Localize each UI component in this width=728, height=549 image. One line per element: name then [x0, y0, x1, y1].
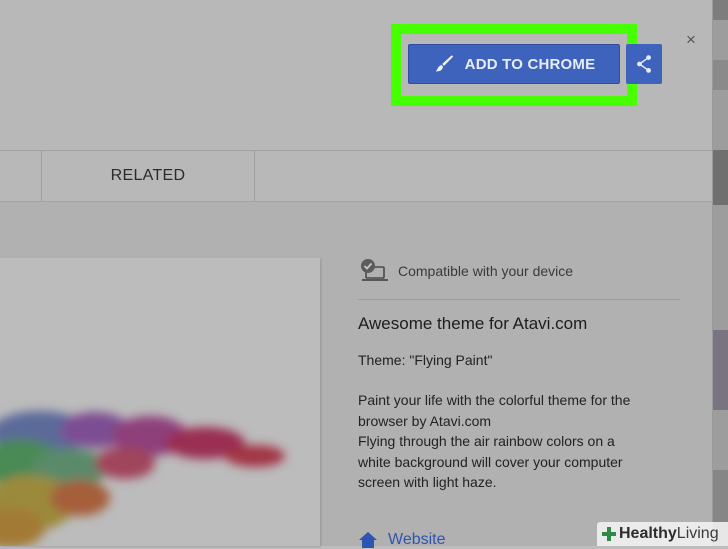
divider [358, 299, 680, 300]
theme-name: Theme: "Flying Paint" [358, 352, 493, 368]
description: Paint your life with the colorful theme … [358, 390, 680, 493]
tab-bar: RELATED [0, 151, 712, 202]
watermark-light: Living [676, 525, 719, 542]
compatibility-text: Compatible with your device [398, 263, 574, 279]
watermark: Healthy Living [597, 522, 728, 546]
home-icon [359, 532, 377, 548]
share-icon [637, 55, 651, 73]
description-line: Paint your life with the colorful theme … [358, 392, 631, 408]
close-icon[interactable]: × [682, 31, 700, 49]
background-window-edge [713, 0, 728, 546]
tab-related[interactable]: RELATED [42, 151, 254, 201]
plus-leaf-icon [602, 527, 616, 541]
description-line: Flying through the air rainbow colors on… [358, 433, 615, 449]
description-line: screen with light haze. [358, 474, 497, 490]
watermark-bold: Healthy [619, 525, 677, 542]
add-to-chrome-button[interactable]: ADD TO CHROME [408, 44, 620, 84]
description-line: browser by Atavi.com [358, 412, 492, 429]
brush-icon [435, 55, 453, 72]
device-check-icon [361, 259, 388, 281]
paint-splash-image [0, 411, 285, 546]
description-line: white background will cover your compute… [358, 453, 623, 470]
add-to-chrome-label: ADD TO CHROME [464, 55, 596, 73]
share-button[interactable] [626, 44, 662, 84]
website-label: Website [388, 531, 446, 548]
compatibility-row: Compatible with your device [358, 256, 680, 286]
tab-previous[interactable] [0, 151, 41, 201]
website-link[interactable]: Website [358, 531, 446, 549]
extension-dialog: ADD TO CHROME × RELATED Compatible with … [0, 0, 713, 549]
extension-title: Awesome theme for Atavi.com [358, 314, 588, 333]
theme-preview-image [0, 258, 320, 546]
